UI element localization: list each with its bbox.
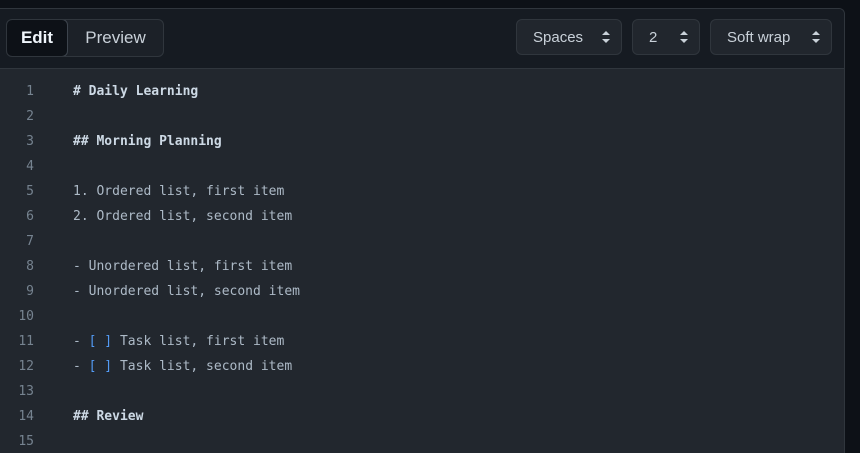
line-text: # Daily Learning [73, 84, 199, 99]
indent-mode-value: Spaces [533, 28, 584, 46]
task-checkbox-syntax: [ ] [88, 359, 113, 374]
code-line: 1 # Daily Learning [0, 79, 844, 104]
markdown-editor: Edit Preview Spaces 2 Soft wrap 1 # Dail… [0, 8, 845, 453]
code-line: 4 [0, 154, 844, 179]
code-line: 13 [0, 379, 844, 404]
list-marker: - [73, 359, 89, 374]
line-number: 9 [26, 284, 34, 299]
wrap-mode-select[interactable]: Soft wrap [710, 19, 832, 55]
indent-size-select[interactable]: 2 [632, 19, 700, 55]
code-line: 11 - [ ] Task list, first item [0, 329, 844, 354]
line-number: 7 [26, 234, 34, 249]
code-line: 6 2. Ordered list, second item [0, 204, 844, 229]
line-text: - [ ] Task list, first item [73, 334, 284, 349]
line-text: ## Morning Planning [73, 134, 222, 149]
list-marker: - [73, 334, 89, 349]
select-arrows-icon [812, 31, 820, 43]
line-number: 12 [18, 359, 34, 374]
code-line: 15 [0, 429, 844, 453]
wrap-mode-value: Soft wrap [727, 28, 791, 46]
line-number: 13 [18, 384, 34, 399]
select-arrows-icon [602, 31, 610, 43]
line-number: 3 [26, 134, 34, 149]
code-line: 7 [0, 229, 844, 254]
line-text: 1. Ordered list, first item [73, 184, 285, 199]
edit-preview-tabs: Edit Preview [6, 19, 164, 57]
line-number: 15 [18, 434, 34, 449]
line-number: 5 [26, 184, 34, 199]
line-text: - [ ] Task list, second item [73, 359, 292, 374]
task-checkbox-syntax: [ ] [88, 334, 113, 349]
code-line: 5 1. Ordered list, first item [0, 179, 844, 204]
indent-size-value: 2 [649, 28, 658, 46]
tab-preview[interactable]: Preview [68, 20, 163, 56]
task-text: Task list, second item [112, 359, 293, 374]
line-number: 6 [26, 209, 34, 224]
line-number: 14 [18, 409, 34, 424]
code-line: 9 - Unordered list, second item [0, 279, 844, 304]
code-area[interactable]: 1 # Daily Learning 2 3 ## Morning Planni… [0, 69, 844, 453]
line-number: 10 [18, 309, 34, 324]
code-line: 12 - [ ] Task list, second item [0, 354, 844, 379]
line-text: - Unordered list, first item [73, 259, 293, 274]
line-number: 1 [26, 84, 34, 99]
line-text: 2. Ordered list, second item [73, 209, 293, 224]
indent-mode-select[interactable]: Spaces [516, 19, 622, 55]
line-number: 11 [18, 334, 34, 349]
code-line: 10 [0, 304, 844, 329]
code-line: 3 ## Morning Planning [0, 129, 844, 154]
code-line: 2 [0, 104, 844, 129]
select-arrows-icon [680, 31, 688, 43]
tab-edit[interactable]: Edit [7, 20, 68, 56]
code-line: 14 ## Review [0, 404, 844, 429]
line-number: 8 [26, 259, 34, 274]
line-text: ## Review [73, 409, 144, 424]
editor-toolbar: Edit Preview Spaces 2 Soft wrap [0, 9, 844, 69]
line-number: 2 [26, 109, 34, 124]
task-text: Task list, first item [112, 334, 285, 349]
code-line: 8 - Unordered list, first item [0, 254, 844, 279]
line-number: 4 [26, 159, 34, 174]
line-text: - Unordered list, second item [73, 284, 300, 299]
